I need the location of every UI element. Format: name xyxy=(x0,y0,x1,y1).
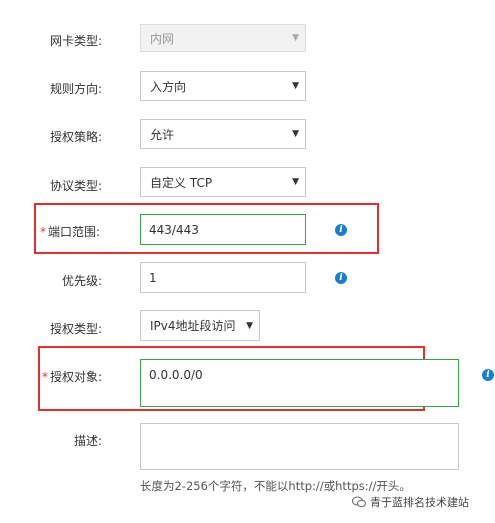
nic-type-label: 网卡类型: xyxy=(50,34,103,48)
priority-value: 1 xyxy=(149,270,157,285)
wechat-icon xyxy=(352,496,366,508)
description-textarea[interactable] xyxy=(140,423,459,470)
chevron-down-icon: ▼ xyxy=(292,33,299,43)
nic-type-value: 内网 xyxy=(150,31,175,46)
port-range-label: * 端口范围: xyxy=(40,223,100,240)
info-icon[interactable]: i xyxy=(482,369,494,381)
watermark: 青于蓝排名技术建站 xyxy=(352,494,469,510)
auth-type-select[interactable]: IPv4地址段访问 ▼ xyxy=(140,310,260,341)
auth-target-value: 0.0.0.0/0 xyxy=(149,368,203,382)
auth-target-input[interactable]: 0.0.0.0/0 xyxy=(140,359,459,407)
chevron-down-icon: ▼ xyxy=(246,320,253,331)
direction-select[interactable]: 入方向 ▼ xyxy=(140,71,306,101)
port-range-input[interactable]: 443/443 xyxy=(140,214,306,245)
auth-type-value: IPv4地址段访问 xyxy=(150,319,236,333)
direction-label: 规则方向: xyxy=(50,82,103,96)
direction-value: 入方向 xyxy=(150,79,187,94)
auth-target-label: * 授权对象: xyxy=(42,368,102,385)
required-mark: * xyxy=(42,370,48,384)
policy-value: 允许 xyxy=(150,127,175,142)
chevron-down-icon: ▼ xyxy=(292,129,299,139)
port-range-label-text: 端口范围: xyxy=(48,225,101,239)
protocol-value: 自定义 TCP xyxy=(150,175,213,190)
description-label: 描述: xyxy=(74,434,103,448)
auth-type-label: 授权类型: xyxy=(50,322,103,336)
protocol-select[interactable]: 自定义 TCP ▼ xyxy=(140,167,306,197)
protocol-label: 协议类型: xyxy=(50,179,103,193)
nic-type-select: 内网 ▼ xyxy=(140,24,306,52)
priority-input[interactable]: 1 xyxy=(140,262,306,293)
chevron-down-icon: ▼ xyxy=(292,81,299,91)
chevron-down-icon: ▼ xyxy=(292,177,299,187)
info-icon[interactable]: i xyxy=(335,224,347,236)
required-mark: * xyxy=(40,225,46,239)
policy-label: 授权策略: xyxy=(50,130,103,144)
port-range-value: 443/443 xyxy=(149,222,199,237)
policy-select[interactable]: 允许 ▼ xyxy=(140,119,306,149)
auth-target-label-text: 授权对象: xyxy=(50,370,103,384)
priority-label: 优先级: xyxy=(62,274,103,288)
description-hint: 长度为2-256个字符，不能以http://或https://开头。 xyxy=(140,479,411,493)
info-icon[interactable]: i xyxy=(335,272,347,284)
watermark-text: 青于蓝排名技术建站 xyxy=(370,496,469,509)
